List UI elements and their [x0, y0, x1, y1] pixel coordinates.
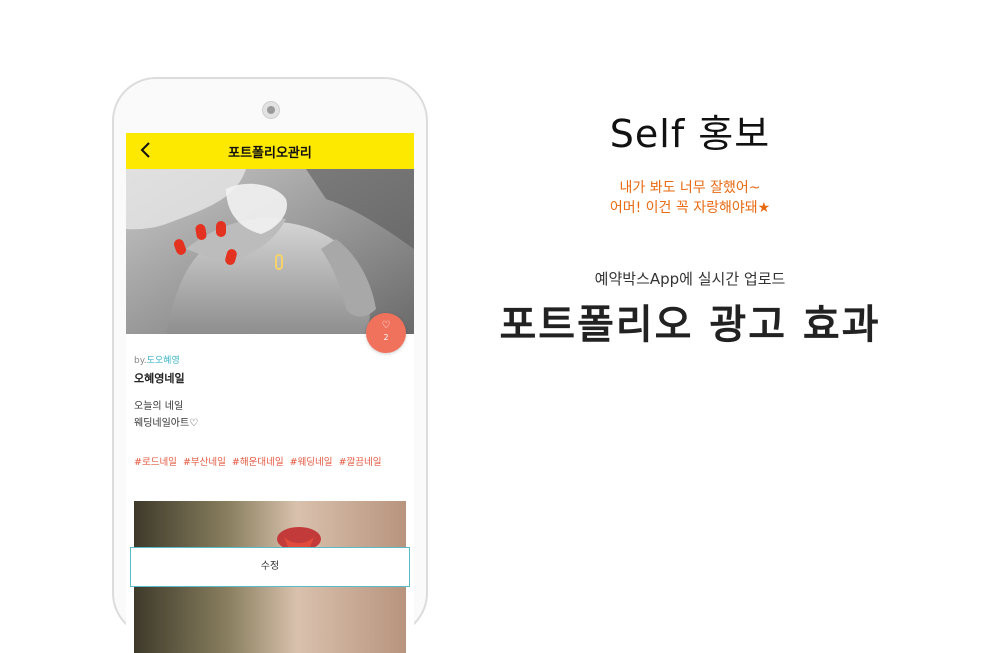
author-line: by.도오혜영 — [134, 353, 180, 366]
hashtag[interactable]: #웨딩네일 — [290, 457, 333, 468]
description-line: 오늘의 네일 — [134, 401, 184, 412]
hashtag[interactable]: #부산네일 — [183, 457, 226, 468]
subhead: 예약박스App에 실시간 업로드 — [594, 270, 786, 288]
hashtag-list: #로드네일 #부산네일 #해운대네일 #웨딩네일 #깔끔네일 — [134, 454, 384, 468]
by-prefix: by. — [134, 356, 147, 366]
app-header: 포트폴리오관리 — [126, 133, 414, 169]
shop-name: 오혜영네일 — [134, 372, 185, 385]
page-title: 포트폴리오관리 — [228, 146, 312, 161]
app-screen: 포트폴리오관리 ♡ 2 by.도오혜영 오혜영네일 오늘의 네일 웨딩네일아트♡… — [126, 133, 414, 653]
edit-button[interactable]: 수정 — [130, 547, 410, 587]
author-name[interactable]: 도오혜영 — [147, 356, 180, 366]
description-line: 웨딩네일아트♡ — [134, 418, 199, 429]
like-button[interactable]: ♡ 2 — [366, 313, 406, 353]
big-title: 포트폴리오 광고 효과 — [499, 302, 881, 348]
camera-icon — [262, 101, 280, 119]
phone-mockup: 포트폴리오관리 ♡ 2 by.도오혜영 오혜영네일 오늘의 네일 웨딩네일아트♡… — [112, 77, 428, 653]
hashtag[interactable]: #해운대네일 — [232, 457, 284, 468]
portfolio-photo[interactable] — [126, 169, 414, 334]
tagline-line: 내가 봐도 너무 잘했어~ — [619, 180, 761, 196]
like-count: 2 — [383, 333, 389, 342]
hashtag[interactable]: #로드네일 — [134, 457, 177, 468]
hashtag[interactable]: #깔끔네일 — [339, 457, 382, 468]
tagline: 내가 봐도 너무 잘했어~ 어머! 이건 꼭 자랑해야돼★ — [470, 178, 910, 218]
headline: Self 홍보 — [609, 112, 771, 156]
tagline-line: 어머! 이건 꼭 자랑해야돼★ — [609, 200, 771, 216]
heart-icon: ♡ — [381, 320, 391, 331]
